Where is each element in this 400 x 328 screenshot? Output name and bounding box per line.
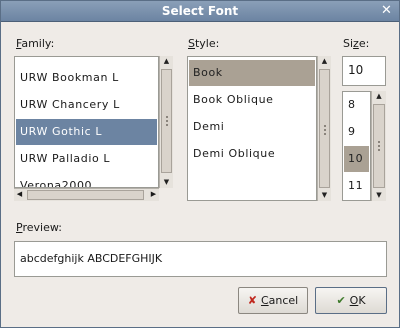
- scroll-up-icon[interactable]: ▲: [318, 56, 331, 67]
- preview-field[interactable]: abcdefghijk ABCDEFGHIJK: [14, 241, 387, 277]
- grip-icon: [323, 125, 326, 137]
- size-label: Size:: [343, 37, 370, 50]
- size-item-9[interactable]: 9: [344, 119, 369, 145]
- family-item-gothic[interactable]: URW Gothic L: [16, 119, 157, 145]
- ok-icon: ✔: [336, 294, 346, 307]
- scroll-up-icon[interactable]: ▲: [372, 91, 386, 102]
- size-item-10[interactable]: 10: [344, 146, 369, 172]
- scroll-right-icon[interactable]: ▶: [148, 189, 159, 201]
- family-item-verona[interactable]: Verona2000: [16, 173, 157, 187]
- preview-label: Preview:: [16, 221, 62, 234]
- size-vscrollbar[interactable]: ▲ ▼: [371, 91, 386, 201]
- scroll-down-icon[interactable]: ▼: [160, 177, 173, 188]
- style-label: Style:: [188, 37, 220, 50]
- style-item-demi[interactable]: Demi: [189, 114, 315, 140]
- family-label: Family:: [16, 37, 55, 50]
- list-item[interactable]: [16, 57, 157, 63]
- font-dialog: Select Font ✕ Family: URW Bookman L URW …: [0, 0, 400, 328]
- family-scroll-thumb[interactable]: [161, 69, 172, 173]
- window-title: Select Font: [161, 4, 239, 18]
- scroll-down-icon[interactable]: ▼: [318, 190, 331, 201]
- close-icon[interactable]: ✕: [378, 3, 395, 20]
- title-bar[interactable]: Select Font ✕: [1, 1, 399, 22]
- style-item-book[interactable]: Book: [189, 60, 315, 86]
- style-item-demi-oblique[interactable]: Demi Oblique: [189, 141, 315, 167]
- family-vscrollbar[interactable]: ▲ ▼: [159, 56, 173, 188]
- family-item-palladio[interactable]: URW Palladio L: [16, 146, 157, 172]
- style-list[interactable]: Book Book Oblique Demi Demi Oblique: [187, 56, 317, 201]
- scroll-left-icon[interactable]: ◀: [14, 189, 25, 201]
- ok-button[interactable]: ✔ OK: [315, 287, 387, 314]
- grip-icon: [165, 116, 168, 128]
- style-item-book-oblique[interactable]: Book Oblique: [189, 87, 315, 113]
- cancel-icon: ✘: [247, 294, 257, 307]
- size-input[interactable]: 10: [342, 56, 386, 86]
- style-scroll-thumb[interactable]: [319, 69, 330, 188]
- size-item-11[interactable]: 11: [344, 173, 369, 199]
- family-hscrollbar[interactable]: ◀ ▶: [14, 188, 159, 201]
- family-hscroll-thumb[interactable]: [27, 190, 144, 200]
- scroll-down-icon[interactable]: ▼: [372, 190, 386, 201]
- size-scroll-thumb[interactable]: [373, 104, 385, 188]
- style-vscrollbar[interactable]: ▲ ▼: [317, 56, 331, 201]
- family-item-bookman[interactable]: URW Bookman L: [16, 65, 157, 91]
- size-item-8[interactable]: 8: [344, 92, 369, 118]
- scroll-up-icon[interactable]: ▲: [160, 56, 173, 67]
- family-list[interactable]: URW Bookman L URW Chancery L URW Gothic …: [14, 56, 159, 188]
- size-list[interactable]: 8 9 10 11: [342, 91, 371, 201]
- cancel-button[interactable]: ✘ Cancel: [238, 287, 308, 314]
- family-item-chancery[interactable]: URW Chancery L: [16, 92, 157, 118]
- grip-icon: [378, 141, 380, 153]
